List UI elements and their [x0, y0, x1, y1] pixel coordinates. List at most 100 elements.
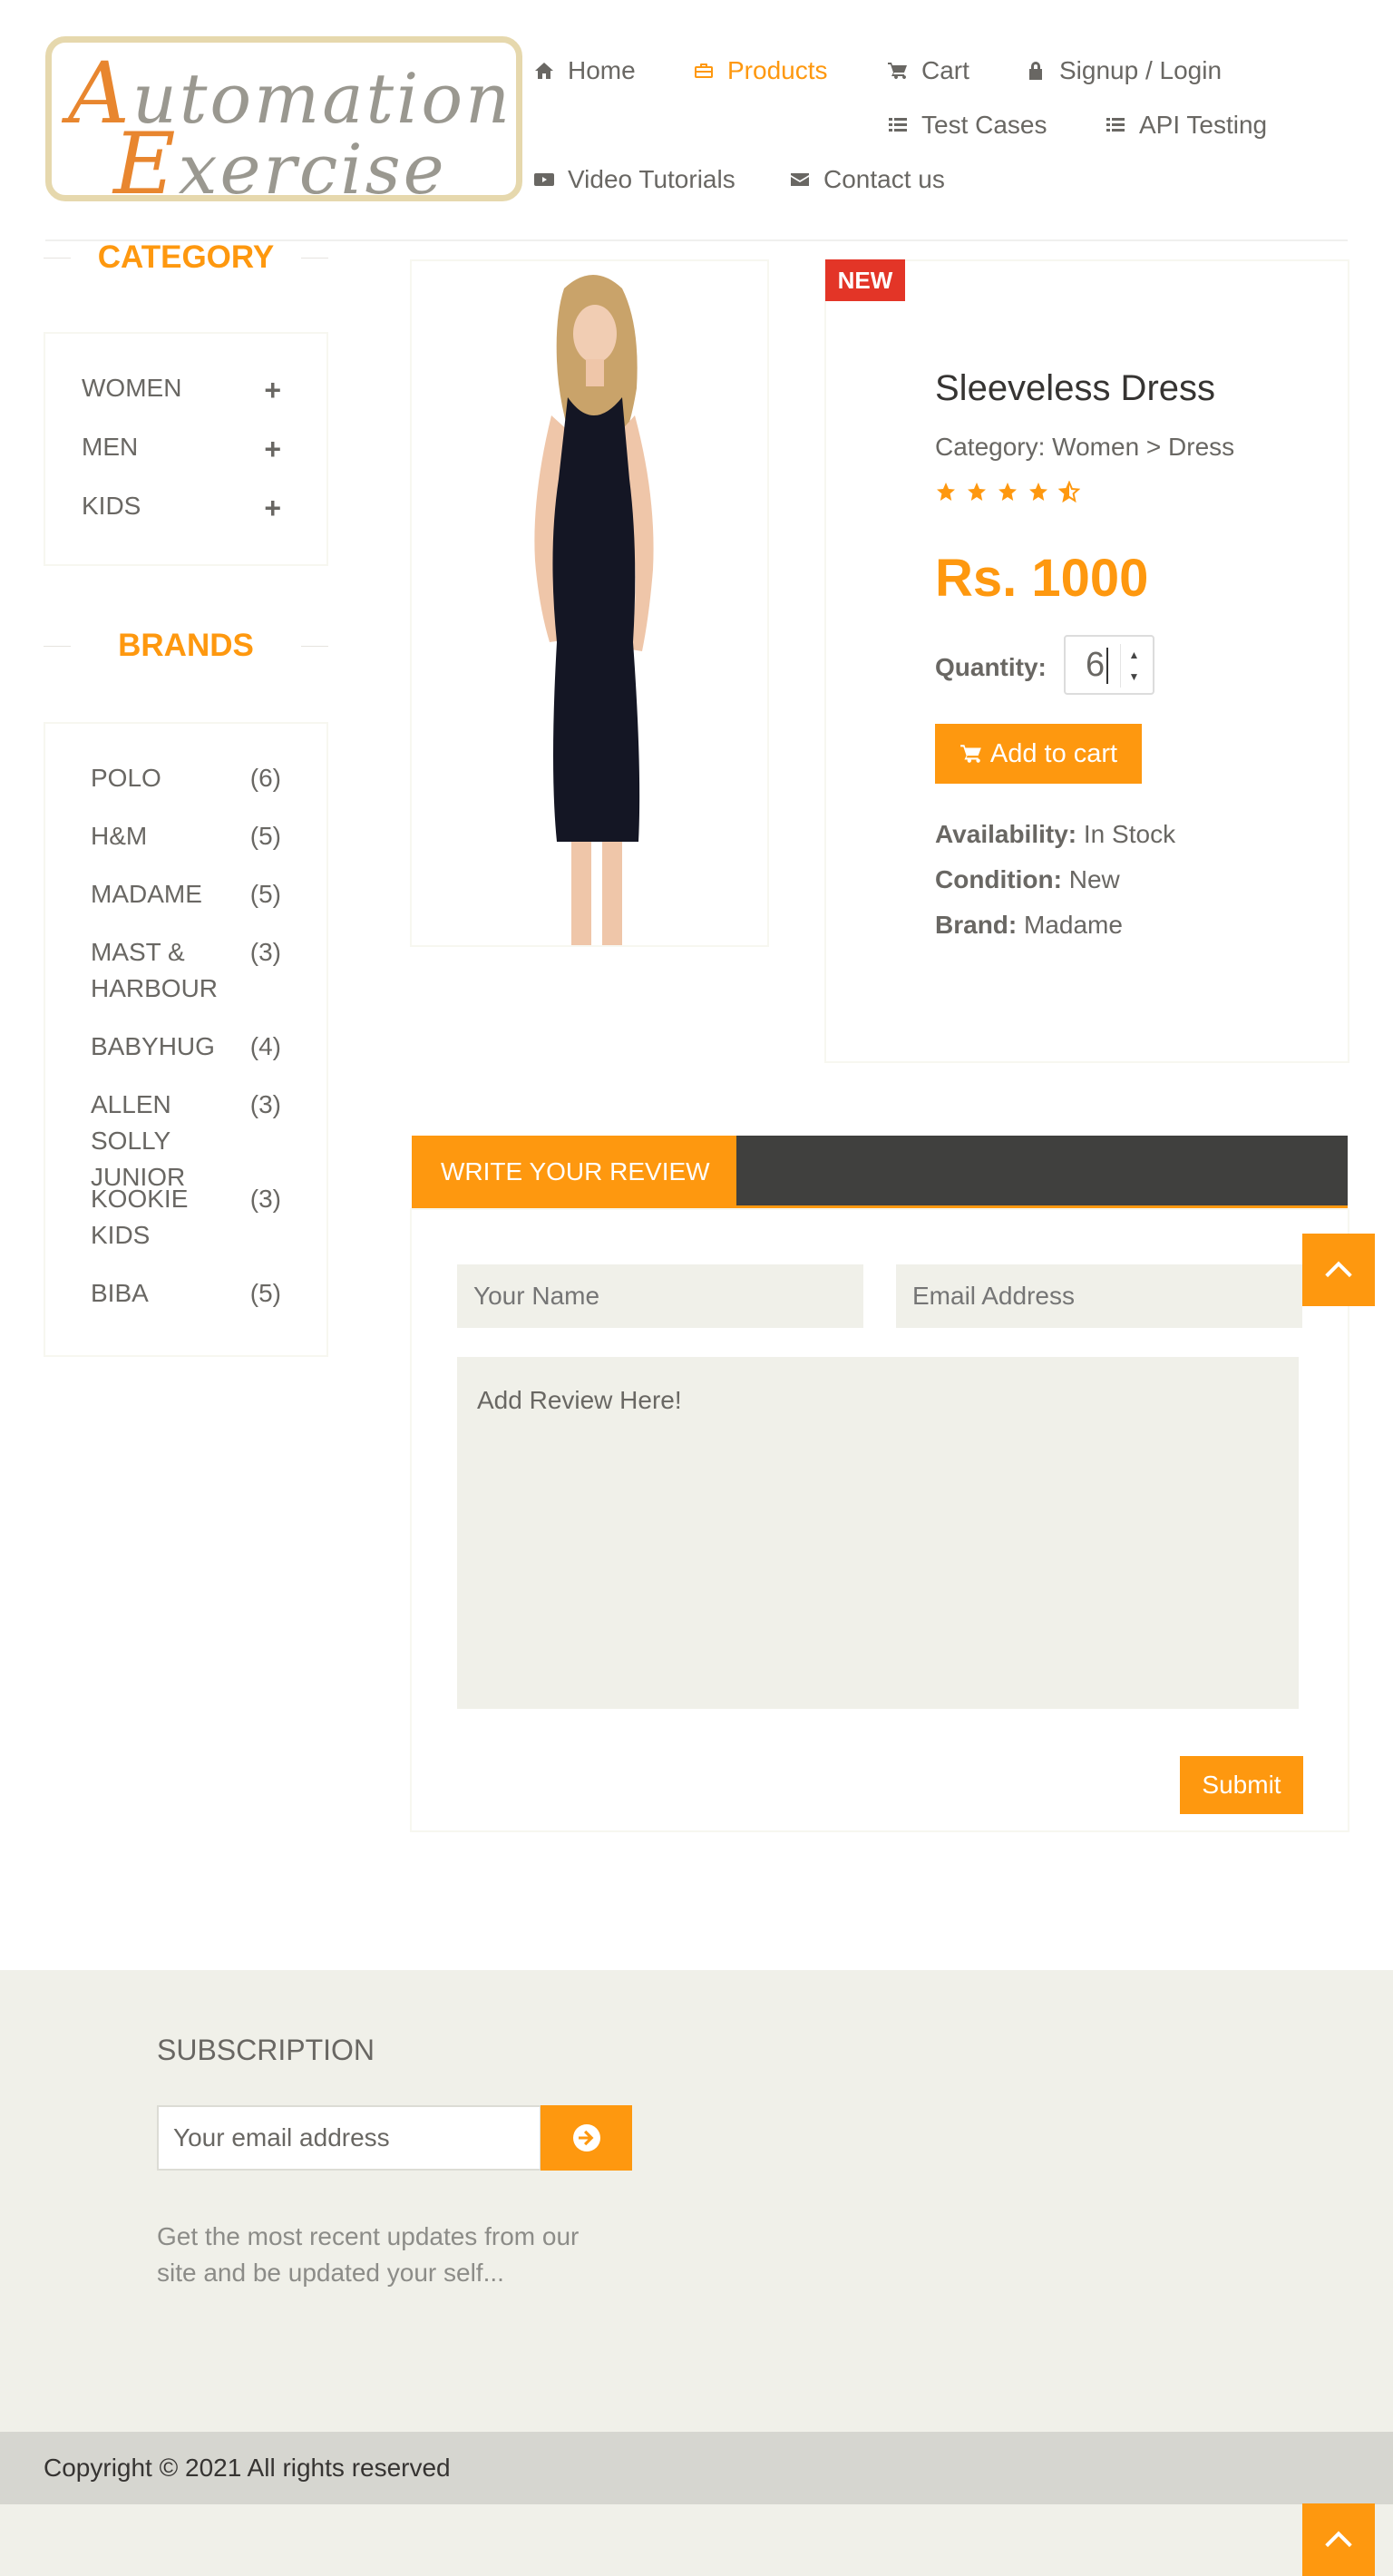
brand-count: (3): [249, 1090, 281, 1118]
nav-cart-label: Cart: [921, 56, 969, 84]
review-name-input[interactable]: [457, 1264, 863, 1328]
category-item-men[interactable]: MEN +: [82, 433, 281, 466]
submit-review-button[interactable]: Submit: [1180, 1756, 1303, 1814]
category-label: MEN: [82, 433, 139, 461]
quantity-value: 6: [1086, 646, 1106, 684]
plus-icon[interactable]: +: [264, 433, 281, 466]
quantity-stepper[interactable]: 6 ▲ ▼: [1064, 635, 1154, 695]
briefcase-icon: [695, 63, 713, 78]
brand-name: BIBA: [91, 1279, 149, 1307]
brand-item-mast-harbour[interactable]: MAST & HARBOUR (3): [91, 934, 281, 1007]
product-name: Sleeveless Dress: [935, 368, 1216, 408]
product-price: Rs. 1000: [935, 549, 1149, 608]
brand-item-allen-solly-junior[interactable]: ALLEN SOLLY JUNIOR (3): [91, 1087, 281, 1195]
subscribe-email-input[interactable]: Your email address: [157, 2105, 541, 2171]
nav-cart[interactable]: Cart: [887, 56, 969, 85]
condition-label: Condition:: [935, 865, 1062, 893]
review-email-input[interactable]: [896, 1264, 1302, 1328]
subscription-description: Get the most recent updates from our sit…: [157, 2222, 580, 2287]
logo-letter-e: E: [113, 115, 179, 201]
nav-video-tutorials[interactable]: Video Tutorials: [533, 165, 735, 194]
brand-count: (6): [249, 764, 281, 792]
cart-icon: [888, 63, 907, 80]
plus-icon[interactable]: +: [264, 374, 281, 407]
cart-icon: [960, 745, 981, 763]
star-icon: [1029, 483, 1047, 501]
star-icon: [937, 483, 955, 501]
category-label: WOMEN: [82, 374, 182, 402]
availability-label: Availability:: [935, 820, 1077, 848]
brand-name: H&M: [91, 822, 148, 850]
brand-name: KOOKIE KIDS: [91, 1185, 189, 1249]
brand-item-hm[interactable]: H&M (5): [91, 818, 281, 854]
category-item-kids[interactable]: KIDS +: [82, 492, 281, 525]
category-panel: WOMEN + MEN + KIDS +: [44, 332, 328, 566]
brand-count: (5): [249, 880, 281, 908]
category-label: KIDS: [82, 492, 141, 520]
availability-row: Availability: In Stock: [935, 820, 1175, 849]
site-logo[interactable]: Automation Exercise: [45, 36, 522, 201]
list-icon: [889, 118, 907, 132]
new-badge: NEW: [825, 259, 905, 301]
brand-item-kookie-kids[interactable]: KOOKIE KIDS (3): [91, 1181, 281, 1254]
scroll-up-button-bottom[interactable]: [1302, 2503, 1375, 2576]
quantity-label: Quantity:: [935, 653, 1047, 681]
text-cursor: [1106, 648, 1108, 684]
copyright-text: Copyright © 2021 All rights reserved: [44, 2454, 451, 2482]
review-textarea-placeholder: Add Review Here!: [477, 1386, 682, 1414]
youtube-play-icon: [534, 173, 554, 186]
logo-word-exercise: xercise: [178, 129, 447, 201]
condition-row: Condition: New: [935, 865, 1120, 894]
nav-home-label: Home: [568, 56, 636, 84]
add-to-cart-button[interactable]: Add to cart: [935, 724, 1142, 784]
availability-value: In Stock: [1083, 820, 1176, 848]
brand-count: (5): [249, 822, 281, 850]
brand-name: MAST & HARBOUR: [91, 938, 219, 1002]
nav-home[interactable]: Home: [533, 56, 636, 85]
brands-title: BRANDS: [44, 628, 328, 664]
star-half-icon: [1058, 481, 1080, 503]
product-image: [410, 259, 769, 947]
chevron-up-icon[interactable]: ▲: [1129, 649, 1140, 661]
brand-name: MADAME: [91, 880, 202, 908]
brand-count: (3): [249, 938, 281, 966]
category-item-women[interactable]: WOMEN +: [82, 374, 281, 407]
chevron-up-icon: [1325, 2531, 1352, 2548]
star-icon: [998, 483, 1017, 501]
chevron-down-icon[interactable]: ▼: [1129, 670, 1140, 683]
nav-test-cases[interactable]: Test Cases: [887, 111, 1047, 140]
review-textarea[interactable]: Add Review Here!: [457, 1357, 1299, 1709]
scroll-up-button[interactable]: [1302, 1234, 1375, 1306]
brand-name: ALLEN SOLLY JUNIOR: [91, 1090, 186, 1191]
star-icon: [968, 483, 986, 501]
brand-item-polo[interactable]: POLO (6): [91, 760, 281, 796]
nav-signup-login[interactable]: Signup / Login: [1025, 56, 1222, 85]
nav-api-testing[interactable]: API Testing: [1105, 111, 1267, 140]
brand-item-babyhug[interactable]: BABYHUG (4): [91, 1029, 281, 1065]
nav-contact-us[interactable]: Contact us: [789, 165, 945, 194]
tab-write-review[interactable]: WRITE YOUR REVIEW: [412, 1136, 736, 1208]
plus-icon[interactable]: +: [264, 492, 281, 525]
condition-value: New: [1068, 865, 1120, 893]
envelope-icon: [791, 173, 809, 186]
lock-icon: [1029, 62, 1042, 80]
brand-item-madame[interactable]: MADAME (5): [91, 876, 281, 912]
nav-products[interactable]: Products: [693, 56, 828, 85]
nav-video-tutorials-label: Video Tutorials: [568, 165, 735, 193]
nav-api-testing-label: API Testing: [1139, 111, 1268, 139]
brand-count: (4): [249, 1032, 281, 1060]
brand-name: BABYHUG: [91, 1032, 215, 1060]
footer-divider: [0, 1968, 1393, 1970]
add-to-cart-label: Add to cart: [989, 738, 1118, 768]
subscribe-email-placeholder: Your email address: [173, 2123, 390, 2152]
brand-count: (5): [249, 1279, 281, 1307]
quantity-spinner[interactable]: ▲ ▼: [1120, 644, 1147, 688]
brand-value: Madame: [1024, 911, 1123, 939]
home-icon: [535, 63, 553, 79]
brand-item-biba[interactable]: BIBA (5): [91, 1275, 281, 1312]
nav-test-cases-label: Test Cases: [921, 111, 1047, 139]
subscribe-button[interactable]: [541, 2105, 632, 2171]
brand-label: Brand:: [935, 911, 1018, 939]
list-icon: [1106, 118, 1125, 132]
nav-products-label: Products: [727, 56, 828, 84]
